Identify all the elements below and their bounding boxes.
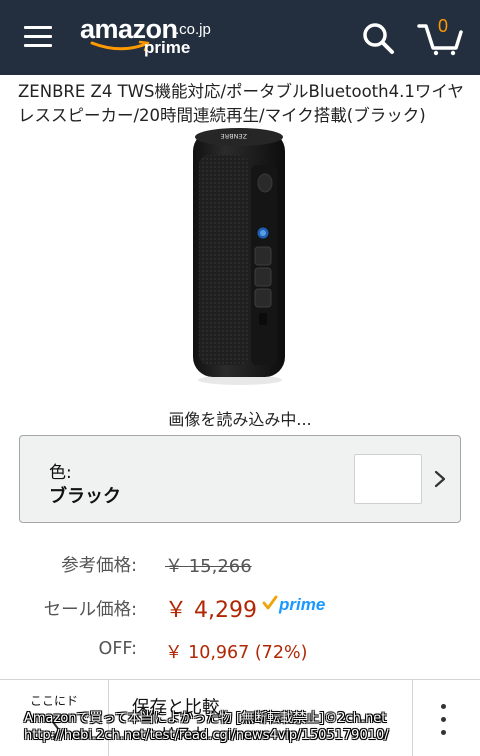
off-label: OFF: <box>98 639 137 659</box>
image-loading-text: 画像を読み込み中... <box>168 410 312 429</box>
smile-arrow-icon <box>90 40 150 52</box>
list-price-row: 参考価格: ￥ 15,266 <box>0 550 480 580</box>
chevron-right-icon <box>434 470 446 488</box>
sale-price-label: セール価格: <box>43 600 137 620</box>
color-swatch[interactable] <box>354 454 422 504</box>
off-row: OFF: ￥ 10,967 (72%) <box>0 637 480 667</box>
color-label: 色: <box>49 463 72 483</box>
color-variation-selector[interactable]: 色: ブラック <box>19 435 461 523</box>
cart-button[interactable]: 0 <box>416 16 464 56</box>
search-icon <box>363 23 394 54</box>
drop-here-label: ここにド <box>30 694 79 708</box>
screenshot-watermark: Amazonで買って本当によかった物 [無断転載禁止]©2ch.net http… <box>24 710 480 744</box>
sale-price-row: セール価格: ￥ 4,299 prime <box>0 592 480 623</box>
app-header: amazon .co.jp prime 0 <box>0 0 480 75</box>
prime-badge-text: prime <box>278 595 325 614</box>
logo-prime: prime <box>144 38 191 57</box>
product-title: ZENBRE Z4 TWS機能対応/ポータブルBluetooth4.1ワイヤレス… <box>18 82 464 125</box>
hamburger-menu-icon[interactable] <box>24 26 52 48</box>
prime-badge-icon: prime <box>262 595 325 614</box>
list-price-value: ￥ 15,266 <box>165 556 252 577</box>
logo-tld: .co.jp <box>175 21 211 38</box>
off-value: ￥ 10,967 (72%) <box>165 643 308 663</box>
color-value: ブラック <box>49 486 121 507</box>
watermark-line-2: http://hebi.2ch.net/test/read.cgi/news4v… <box>24 728 389 743</box>
sale-price-value: ￥ 4,299 <box>165 598 257 623</box>
cart-count: 0 <box>438 16 449 36</box>
product-brand-text: ZENBRE <box>220 132 247 140</box>
watermark-line-1: Amazonで買って本当によかった物 [無断転載禁止]©2ch.net <box>24 711 387 726</box>
amazon-prime-logo[interactable]: amazon .co.jp prime <box>80 14 220 62</box>
list-price-label: 参考価格: <box>61 556 137 576</box>
product-image[interactable]: ZENBRE <box>185 125 295 387</box>
search-button[interactable] <box>360 20 396 56</box>
